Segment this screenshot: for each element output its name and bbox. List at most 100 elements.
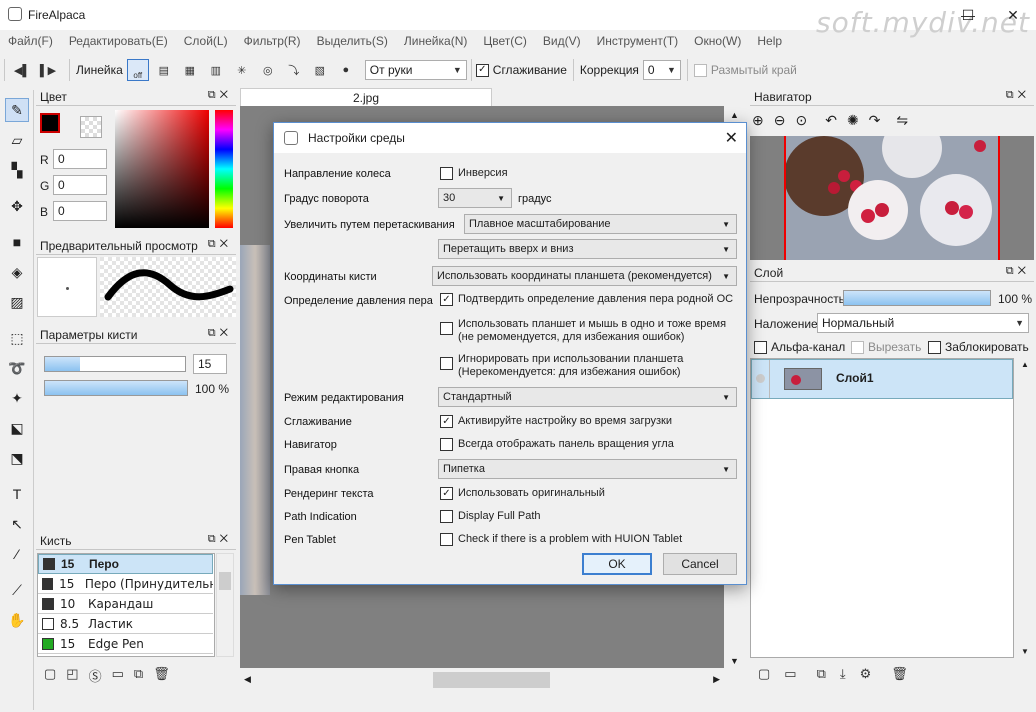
brush-item[interactable]: 15 Перо (Принудительно	[38, 574, 213, 594]
brush-size-slider[interactable]	[44, 356, 186, 372]
menu-window[interactable]: Окно(W)	[694, 32, 749, 52]
new-layer-icon[interactable]: ▢	[758, 666, 770, 682]
rotation-select[interactable]: 30 ▼	[438, 188, 512, 208]
drag-zoom-select[interactable]: Плавное масштабирование ▼	[464, 214, 737, 234]
menu-layer[interactable]: Слой(L)	[184, 32, 236, 52]
full-path-checkbox[interactable]: Display Full Path	[440, 510, 541, 523]
ruler-dot-icon[interactable]: ●	[335, 59, 357, 81]
rotate-right-icon[interactable]: ↷	[869, 112, 881, 129]
rotation-panel-checkbox[interactable]: Всегда отображать панель вращения угла	[440, 438, 674, 451]
text-render-checkbox[interactable]: ✓ Использовать оригинальный	[440, 487, 605, 500]
ruler-off-icon[interactable]: off	[126, 59, 149, 81]
ruler-parallel-icon[interactable]: ▤	[153, 59, 175, 81]
right-button-select[interactable]: Пипетка ▼	[438, 459, 737, 479]
step-forward-icon[interactable]: ▌▶	[37, 59, 59, 81]
canvas-hscrollbar[interactable]: ◀ ▶	[240, 670, 724, 690]
zoom-in-icon[interactable]: ⊕	[752, 112, 764, 129]
b-input[interactable]: 0	[53, 201, 107, 221]
ruler-grid-icon[interactable]: ▦	[179, 59, 201, 81]
blend-mode-select[interactable]: Нормальный ▼	[817, 313, 1029, 333]
eyedropper-tool-icon[interactable]: ⟋	[5, 578, 29, 602]
transparent-color-swatch[interactable]	[80, 116, 102, 138]
brush-item[interactable]: 15 Edge Pen	[38, 634, 213, 654]
new-folder-icon[interactable]: ▭	[784, 666, 796, 682]
g-input[interactable]: 0	[53, 175, 107, 195]
color-sv-picker[interactable]	[115, 110, 209, 228]
script-brush-icon[interactable]: Ⓢ	[89, 666, 102, 685]
menu-ruler[interactable]: Линейка(N)	[404, 32, 475, 52]
ruler-perspective-icon[interactable]: ▧	[309, 59, 331, 81]
select-pen-tool-icon[interactable]: ⬕	[5, 416, 29, 440]
pen-tool-icon[interactable]: ✎	[5, 98, 29, 122]
primary-color-swatch[interactable]	[40, 113, 60, 133]
lock-option[interactable]: Заблокировать	[928, 340, 1029, 354]
zoom-out-icon[interactable]: ⊖	[774, 112, 786, 129]
brush-size-input[interactable]: 15	[193, 354, 227, 374]
r-input[interactable]: 0	[53, 149, 107, 169]
fill-rect-tool-icon[interactable]: ■	[5, 230, 29, 254]
ok-button[interactable]: OK	[582, 553, 652, 575]
layer-opacity-slider[interactable]	[843, 290, 991, 306]
duplicate-brush-icon[interactable]: ◰	[66, 666, 78, 685]
gradient-tool-icon[interactable]: ▨	[5, 290, 29, 314]
document-tab[interactable]: 2.jpg	[240, 88, 492, 106]
move-tool-icon[interactable]: ✥	[5, 194, 29, 218]
rotate-left-icon[interactable]: ↶	[825, 112, 837, 129]
menu-select[interactable]: Выделить(S)	[317, 32, 396, 52]
hand-tool-icon[interactable]: ✋	[5, 608, 29, 632]
ruler-cross-icon[interactable]: ▥	[205, 59, 227, 81]
brush-tool-icon[interactable]: ⁄	[5, 542, 29, 566]
operation-tool-icon[interactable]: ↖	[5, 512, 29, 536]
menu-help[interactable]: Help	[757, 32, 790, 52]
brush-opacity-slider[interactable]	[44, 380, 188, 396]
select-eraser-tool-icon[interactable]: ⬔	[5, 446, 29, 470]
menu-color[interactable]: Цвет(C)	[483, 32, 535, 52]
maximize-icon[interactable]: ☐	[948, 0, 988, 30]
brush-list-scrollbar[interactable]	[216, 553, 234, 657]
eraser-tool-icon[interactable]: ▱	[5, 128, 29, 152]
new-brush-icon[interactable]: ▢	[44, 666, 56, 685]
ignore-tablet-checkbox[interactable]: Игнорировать при использовании планшета(…	[440, 353, 683, 379]
drag-direction-select[interactable]: Перетащить вверх и вниз ▼	[438, 239, 737, 259]
zoom-fit-icon[interactable]: ⊙	[795, 112, 807, 129]
menu-view[interactable]: Вид(V)	[543, 32, 589, 52]
cancel-button[interactable]: Cancel	[663, 553, 737, 575]
flip-icon[interactable]: ⇋	[896, 112, 908, 129]
huion-checkbox[interactable]: Check if there is a problem with HUION T…	[440, 533, 682, 546]
close-icon[interactable]: ✕	[990, 0, 1036, 30]
smoothing-load-checkbox[interactable]: ✓ Активируйте настройку во время загрузки	[440, 415, 672, 428]
brush-item[interactable]: 15 Перо	[38, 554, 213, 574]
text-tool-icon[interactable]: T	[5, 482, 29, 506]
menu-edit[interactable]: Редактировать(E)	[69, 32, 176, 52]
copy-icon[interactable]: ⧉	[134, 666, 143, 685]
ruler-radial-icon[interactable]: ✳	[231, 59, 253, 81]
alpha-lock-option[interactable]: Альфа-канал	[754, 340, 845, 354]
select-tool-icon[interactable]: ⬚	[5, 326, 29, 350]
menu-tool[interactable]: Инструмент(T)	[597, 32, 687, 52]
folder-icon[interactable]: ▭	[112, 666, 124, 685]
magic-wand-tool-icon[interactable]: ✦	[5, 386, 29, 410]
menu-file[interactable]: Файл(F)	[8, 32, 61, 52]
wheel-invert-checkbox[interactable]: Инверсия	[440, 167, 508, 180]
ruler-concentric-icon[interactable]: ◎	[257, 59, 279, 81]
pressure-native-checkbox[interactable]: ✓ Подтвердить определение давления пера р…	[440, 293, 733, 306]
correction-select[interactable]: 0 ▼	[642, 60, 681, 80]
layer-settings-icon[interactable]: ⚙	[860, 666, 872, 682]
layer-visibility-icon[interactable]	[752, 360, 770, 398]
brush-coords-select[interactable]: Использовать координаты планшета (рекоме…	[432, 266, 737, 286]
step-back-icon[interactable]: ◀▌	[11, 59, 33, 81]
dialog-close-icon[interactable]: ✕	[725, 128, 738, 148]
brush-item[interactable]: 8.5 Ластик	[38, 614, 213, 634]
dot-tool-icon[interactable]: ▚	[5, 158, 29, 182]
menu-filter[interactable]: Фильтр(R)	[244, 32, 309, 52]
ruler-curve-icon[interactable]: ⤵	[283, 59, 305, 81]
blur-edge-checkbox[interactable]	[693, 63, 707, 77]
trash-icon[interactable]: 🗑	[153, 666, 170, 685]
hue-slider[interactable]	[215, 110, 233, 228]
layer-row[interactable]: Слой1	[751, 359, 1013, 399]
clip-option[interactable]: Вырезать	[851, 340, 921, 354]
bucket-tool-icon[interactable]: ◈	[5, 260, 29, 284]
merge-down-icon[interactable]: ⤓	[840, 666, 846, 682]
stroke-mode-select[interactable]: От руки ▼	[364, 60, 467, 80]
layer-scrollbar[interactable]: ▲ ▼	[1016, 358, 1034, 658]
